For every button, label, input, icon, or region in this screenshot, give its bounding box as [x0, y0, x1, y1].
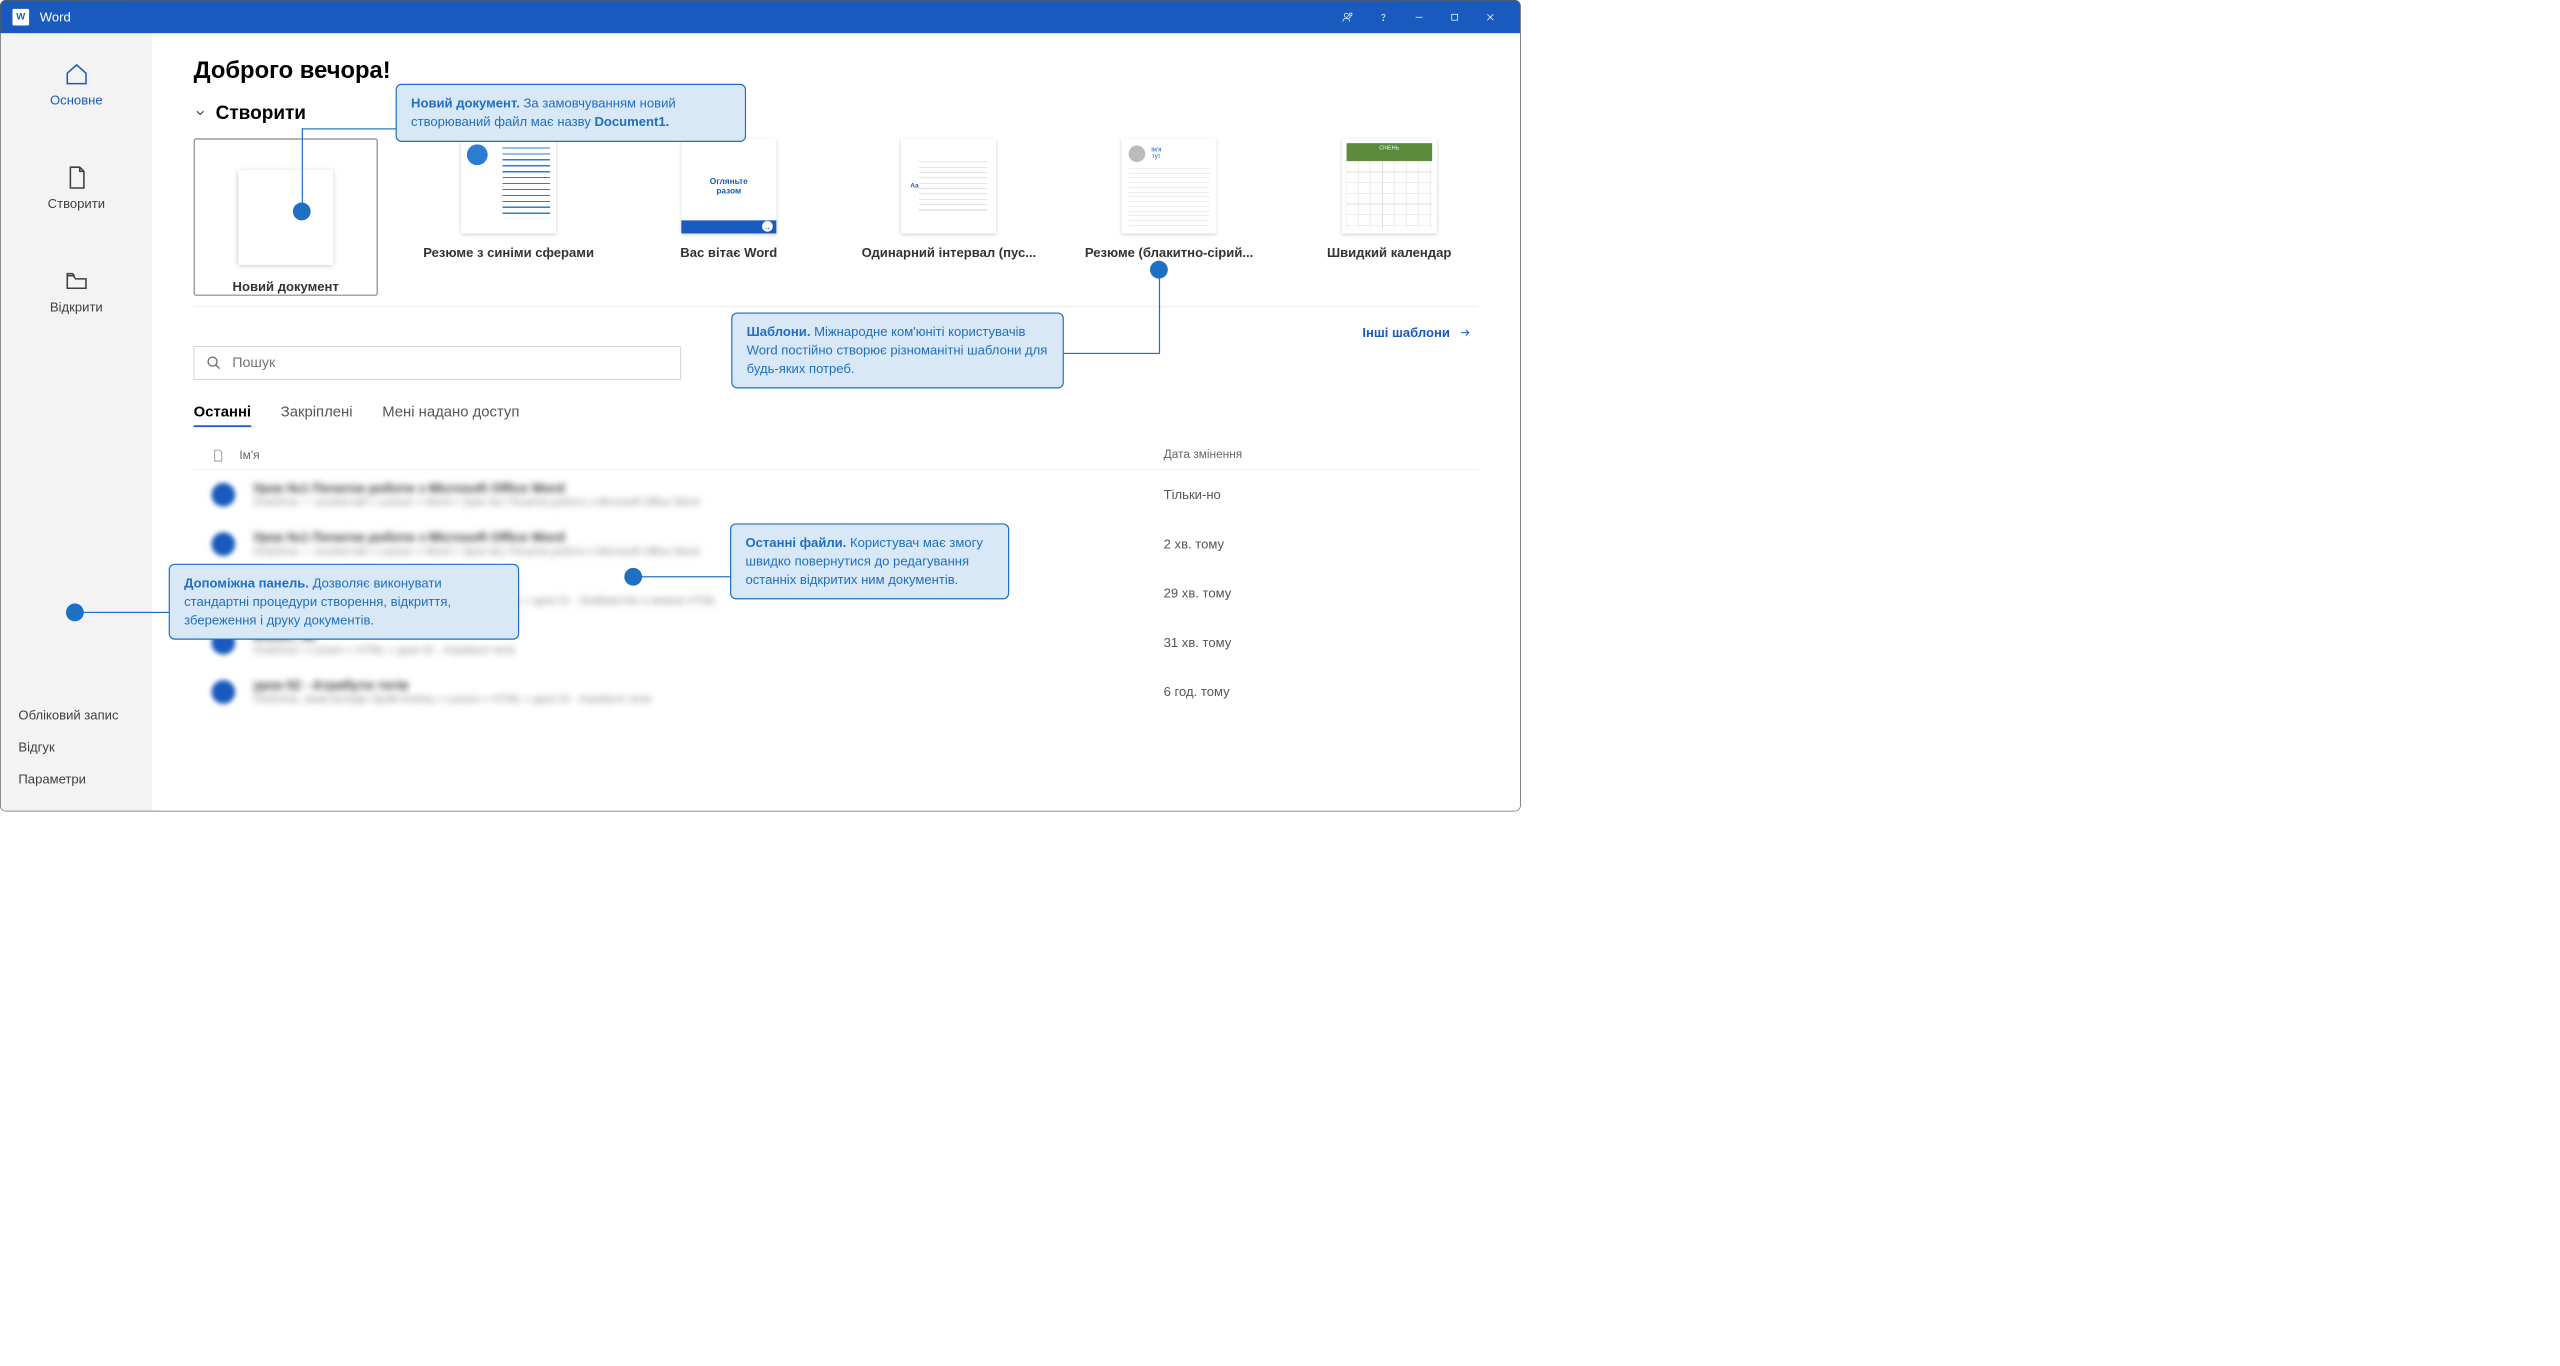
word-file-icon — [211, 532, 235, 556]
callout-dot — [66, 604, 84, 622]
app-window: W Word Основне Створити Відкрити Обліков… — [0, 0, 1521, 811]
sidebar: Основне Створити Відкрити Обліковий запи… — [1, 33, 152, 811]
sidebar-item-open[interactable]: Відкрити — [1, 258, 152, 326]
folder-open-icon — [64, 268, 89, 293]
sidebar-item-options[interactable]: Параметри — [18, 772, 134, 787]
template-resume-blue-spheres[interactable]: Резюме з синіми сферами — [419, 138, 598, 294]
word-app-icon: W — [12, 9, 29, 26]
file-date: Тільки-но — [1164, 487, 1461, 502]
tab-shared[interactable]: Мені надано доступ — [382, 403, 519, 427]
account-icon[interactable] — [1330, 1, 1366, 34]
arrow-right-icon — [1457, 327, 1472, 339]
help-button[interactable] — [1366, 1, 1402, 34]
tab-pinned[interactable]: Закріплені — [281, 403, 353, 427]
file-list-header: Ім'я Дата змінення — [194, 442, 1479, 470]
word-file-icon — [211, 483, 235, 507]
file-row[interactable]: Урок №1 Початок роботи з Microsoft Offic… — [194, 470, 1479, 519]
search-input[interactable] — [232, 355, 668, 372]
callout-templates: Шаблони. Міжнародне ком'юніті користувач… — [731, 312, 1064, 388]
app-name: Word — [40, 9, 71, 24]
callout-recent-files: Останні файли. Користувач має змогу швид… — [730, 523, 1009, 599]
callout-new-document: Новий документ. За замовчуванням новий с… — [396, 84, 746, 142]
file-date: 2 хв. тому — [1164, 536, 1461, 551]
document-icon — [64, 165, 89, 190]
column-date: Дата змінення — [1164, 448, 1461, 463]
callout-dot — [624, 568, 642, 586]
create-section-header[interactable]: Створити — [194, 102, 1479, 124]
template-calendar[interactable]: СІЧЕНЬ Швидкий календар — [1300, 138, 1479, 294]
sidebar-item-feedback[interactable]: Відгук — [18, 740, 134, 755]
callout-dot — [1150, 261, 1168, 279]
file-date: 6 год. тому — [1164, 684, 1461, 699]
chevron-down-icon — [194, 106, 207, 119]
home-icon — [64, 62, 89, 87]
main-content: Доброго вечора! Створити Новий документ … — [152, 33, 1520, 811]
template-gallery: Новий документ Резюме з синіми сферами О… — [194, 138, 1479, 294]
sidebar-label: Створити — [48, 196, 105, 211]
file-date: 31 хв. тому — [1164, 635, 1461, 650]
sidebar-item-account[interactable]: Обліковий запис — [18, 707, 134, 722]
create-heading: Створити — [216, 102, 306, 124]
template-welcome[interactable]: Огляньте разом→ Вас вітає Word — [639, 138, 818, 294]
divider — [194, 307, 1479, 308]
sidebar-label: Відкрити — [50, 299, 103, 314]
arrow-right-icon: → — [762, 221, 773, 232]
search-box[interactable] — [194, 346, 681, 379]
sidebar-label: Основне — [50, 93, 103, 108]
callout-line — [302, 128, 397, 129]
recent-tabs: Останні Закріплені Мені надано доступ — [194, 403, 1479, 427]
document-icon — [211, 448, 224, 463]
close-button[interactable] — [1473, 1, 1509, 34]
callout-line — [302, 128, 303, 208]
column-name: Ім'я — [239, 449, 259, 463]
word-file-icon — [211, 680, 235, 704]
template-blank[interactable]: Новий документ — [194, 138, 378, 294]
callout-sidebar: Допоміжна панель. Дозволяє виконувати ст… — [169, 564, 519, 640]
callout-line — [1064, 353, 1160, 354]
file-row[interactable]: урок 02 - Атрибути тегівOneDrive, яким в… — [194, 667, 1479, 716]
maximize-button[interactable] — [1437, 1, 1473, 34]
search-icon — [206, 355, 221, 370]
callout-line — [633, 576, 734, 577]
file-date: 29 хв. тому — [1164, 585, 1461, 600]
callout-dot — [293, 203, 311, 221]
template-resume-blue-gray[interactable]: Ім'я тут Резюме (блакитно-сірий... — [1080, 138, 1259, 294]
titlebar: W Word — [1, 1, 1520, 34]
sidebar-item-new[interactable]: Створити — [1, 154, 152, 222]
minimize-button[interactable] — [1401, 1, 1437, 34]
greeting: Доброго вечора! — [194, 57, 1479, 84]
template-single-spacing[interactable]: Aa Одинарний інтервал (пус... — [860, 138, 1039, 294]
tab-recent[interactable]: Останні — [194, 403, 251, 427]
callout-line — [1159, 270, 1160, 353]
sidebar-item-home[interactable]: Основне — [1, 51, 152, 119]
callout-line — [75, 612, 170, 613]
